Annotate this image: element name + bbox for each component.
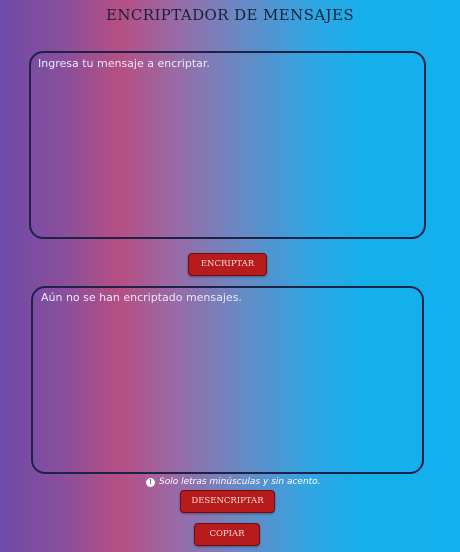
hint-text: Solo letras minúsculas y sin acento. [159,477,321,487]
message-input[interactable] [29,51,426,239]
copy-button[interactable]: COPIAR [194,523,260,546]
decrypt-button[interactable]: DESENCRIPTAR [180,490,275,513]
result-output[interactable] [31,286,424,474]
page-title: ENCRIPTADOR DE MENSAJES [106,6,354,24]
hint-note: ! Solo letras minúsculas y sin acento. [146,475,326,489]
info-icon: ! [146,477,155,487]
encrypt-button[interactable]: ENCRIPTAR [188,253,267,276]
